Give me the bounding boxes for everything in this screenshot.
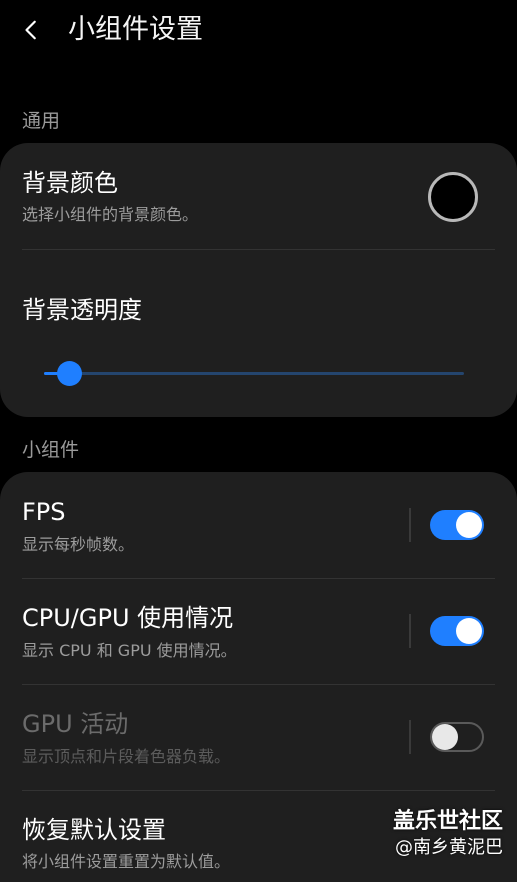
slider-thumb[interactable] [56,361,82,386]
gpu-activity-title: GPU 活动 [22,710,129,738]
fps-title: FPS [22,498,66,526]
fps-toggle[interactable] [430,510,484,540]
gpu-activity-toggle[interactable] [430,722,484,752]
general-card: 背景颜色 选择小组件的背景颜色。 背景透明度 [0,143,517,417]
page-title: 小组件设置 [68,14,203,45]
bg-color-row[interactable]: 背景颜色 选择小组件的背景颜色。 [0,143,517,249]
vertical-separator [409,720,411,754]
cpu-gpu-row[interactable]: CPU/GPU 使用情况 显示 CPU 和 GPU 使用情况。 [0,579,517,684]
app-bar: 小组件设置 [0,0,517,62]
watermark-user: @南乡黄泥巴 [395,837,503,858]
fps-row[interactable]: FPS 显示每秒帧数。 [0,472,517,578]
section-header-general: 通用 [22,110,61,132]
reset-title: 恢复默认设置 [22,816,166,844]
gpu-activity-subtitle: 显示顶点和片段着色器负载。 [22,747,231,766]
bg-opacity-title: 背景透明度 [22,296,142,324]
toggle-knob [432,724,458,750]
watermark: 盖乐世社区 @南乡黄泥巴 [393,808,503,860]
bg-color-swatch[interactable] [428,172,478,222]
back-button[interactable] [12,10,52,50]
bg-color-subtitle: 选择小组件的背景颜色。 [22,205,199,224]
section-header-widgets: 小组件 [22,439,80,461]
vertical-separator [409,614,411,648]
widget-settings-screen: 小组件设置 通用 背景颜色 选择小组件的背景颜色。 背景透明度 小组件 FPS … [0,0,517,882]
chevron-left-icon [25,20,36,40]
cpu-gpu-subtitle: 显示 CPU 和 GPU 使用情况。 [22,641,237,660]
vertical-separator [409,508,411,542]
gpu-activity-row[interactable]: GPU 活动 显示顶点和片段着色器负载。 [0,685,517,790]
cpu-gpu-toggle[interactable] [430,616,484,646]
fps-subtitle: 显示每秒帧数。 [22,535,135,554]
bg-color-title: 背景颜色 [22,169,118,197]
toggle-knob [456,618,482,644]
cpu-gpu-title: CPU/GPU 使用情况 [22,604,234,632]
toggle-knob [456,512,482,538]
watermark-brand: 盖乐世社区 [392,809,503,834]
divider [22,249,495,250]
reset-subtitle: 将小组件设置重置为默认值。 [22,852,231,871]
bg-opacity-slider[interactable] [44,361,464,386]
